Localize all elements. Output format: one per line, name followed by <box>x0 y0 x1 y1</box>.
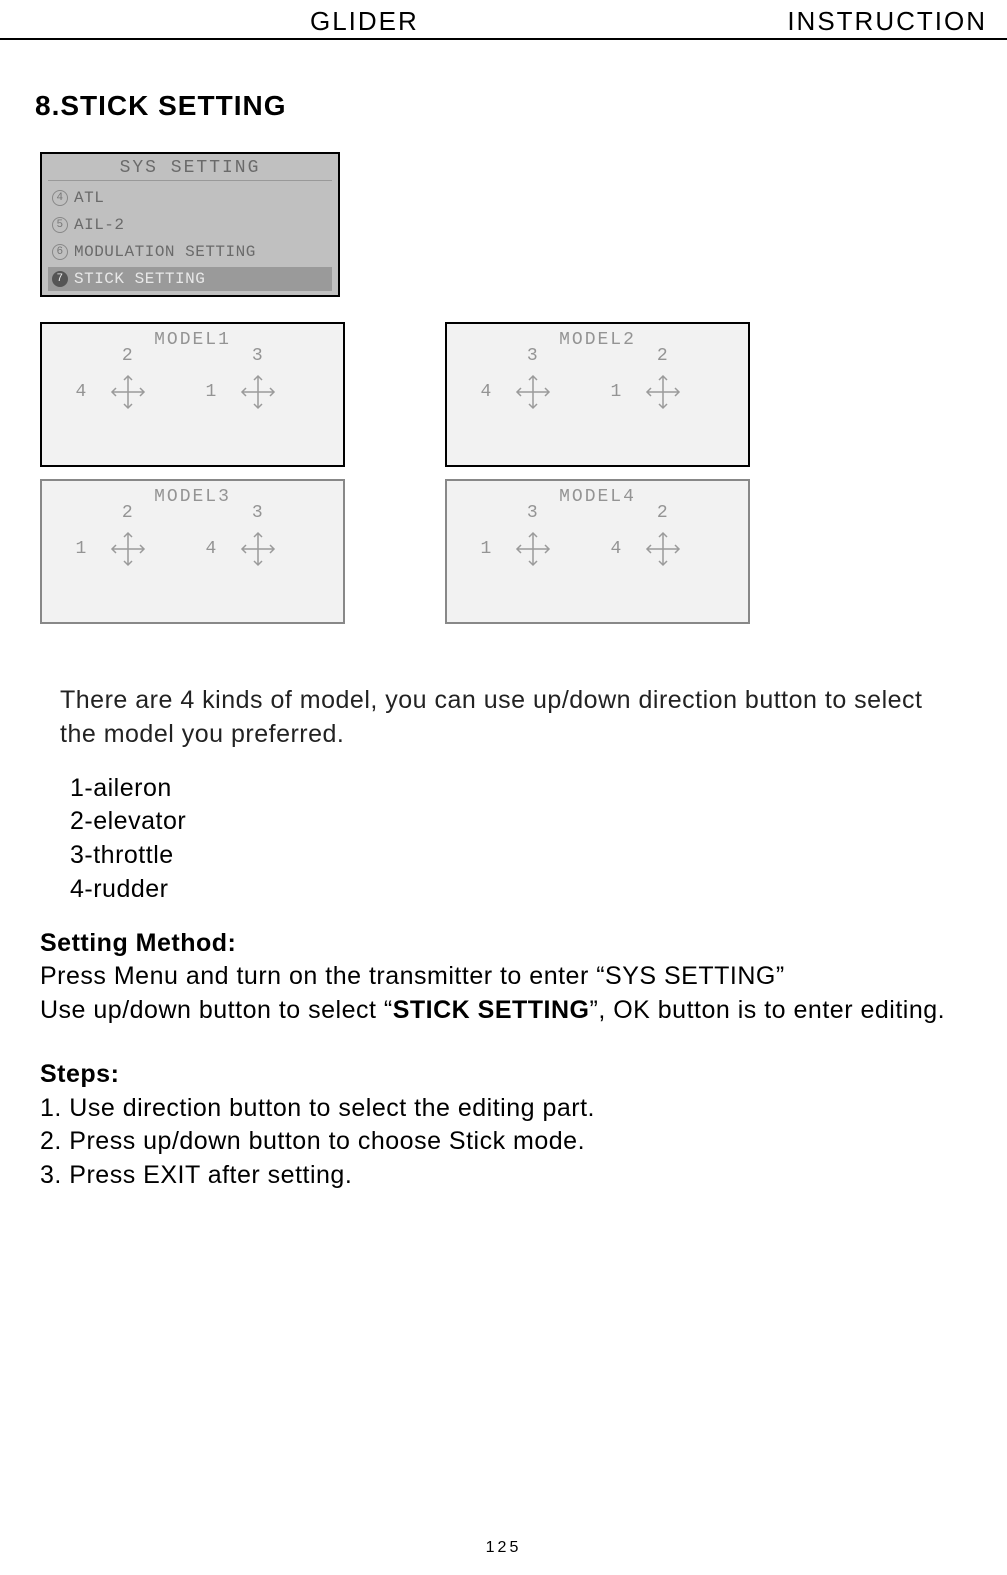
stick-side-number: 1 <box>206 382 217 402</box>
model-panel-4: MODEL4 3 1 2 4 <box>445 479 750 624</box>
right-stick: 2 4 <box>633 531 693 567</box>
cross-arrows-icon <box>110 374 146 410</box>
channel-legend: 1-aileron 2-elevator 3-throttle 4-rudder <box>70 772 1007 907</box>
bold-stick-setting: STICK SETTING <box>393 996 590 1024</box>
legend-item: 3-throttle <box>70 839 1007 873</box>
stick-top-number: 2 <box>122 346 133 366</box>
models-grid: MODEL1 2 4 3 1 MODEL2 3 4 <box>40 322 1007 624</box>
stick-top-number: 2 <box>122 503 133 523</box>
cross-arrows-icon <box>515 374 551 410</box>
section-title: 8.STICK SETTING <box>35 90 1007 122</box>
menu-item-number: 4 <box>52 190 68 206</box>
stick-side-number: 4 <box>76 382 87 402</box>
legend-item: 2-elevator <box>70 805 1007 839</box>
menu-item-label: AIL-2 <box>74 216 125 234</box>
stick-side-number: 1 <box>76 539 87 559</box>
setting-method-label: Setting Method: <box>40 927 967 961</box>
stick-top-number: 2 <box>657 503 668 523</box>
menu-item-atl: 4 ATL <box>48 186 332 210</box>
model-title: MODEL3 <box>42 487 343 507</box>
page-number: 125 <box>0 1539 1007 1557</box>
steps-label: Steps: <box>40 1058 967 1092</box>
left-stick: 3 1 <box>503 531 563 567</box>
stick-side-number: 4 <box>206 539 217 559</box>
left-stick: 2 4 <box>98 374 158 410</box>
lcd-menu-title: SYS SETTING <box>48 158 332 181</box>
cross-arrows-icon <box>240 531 276 567</box>
right-stick: 2 1 <box>633 374 693 410</box>
page-header: GLIDER INSTRUCTION <box>0 0 1007 40</box>
menu-item-label: STICK SETTING <box>74 270 205 288</box>
menu-item-number: 7 <box>52 271 68 287</box>
header-left: GLIDER <box>310 6 419 37</box>
model-title: MODEL1 <box>42 330 343 350</box>
menu-item-modulation: 6 MODULATION SETTING <box>48 240 332 264</box>
cross-arrows-icon <box>515 531 551 567</box>
menu-item-number: 6 <box>52 244 68 260</box>
menu-item-number: 5 <box>52 217 68 233</box>
setting-method-line1: Press Menu and turn on the transmitter t… <box>40 960 967 994</box>
right-stick: 3 1 <box>228 374 288 410</box>
model-title: MODEL2 <box>447 330 748 350</box>
lcd-sys-setting-menu: SYS SETTING 4 ATL 5 AIL-2 6 MODULATION S… <box>40 152 340 297</box>
stick-side-number: 1 <box>611 382 622 402</box>
setting-method-line2: Use up/down button to select “STICK SETT… <box>40 994 967 1028</box>
menu-item-label: MODULATION SETTING <box>74 243 256 261</box>
steps-block: Steps: 1. Use direction button to select… <box>40 1058 967 1193</box>
model-panel-3: MODEL3 2 1 3 4 <box>40 479 345 624</box>
right-stick: 3 4 <box>228 531 288 567</box>
intro-paragraph: There are 4 kinds of model, you can use … <box>60 684 947 752</box>
step-item: 3. Press EXIT after setting. <box>40 1159 967 1193</box>
left-stick: 2 1 <box>98 531 158 567</box>
header-right: INSTRUCTION <box>787 6 987 37</box>
model-title: MODEL4 <box>447 487 748 507</box>
left-stick: 3 4 <box>503 374 563 410</box>
cross-arrows-icon <box>645 531 681 567</box>
stick-side-number: 4 <box>611 539 622 559</box>
stick-side-number: 1 <box>481 539 492 559</box>
cross-arrows-icon <box>240 374 276 410</box>
stick-top-number: 3 <box>527 503 538 523</box>
stick-top-number: 3 <box>527 346 538 366</box>
menu-item-ail2: 5 AIL-2 <box>48 213 332 237</box>
cross-arrows-icon <box>110 531 146 567</box>
menu-item-label: ATL <box>74 189 104 207</box>
step-item: 2. Press up/down button to choose Stick … <box>40 1125 967 1159</box>
stick-top-number: 3 <box>252 503 263 523</box>
menu-item-stick-setting: 7 STICK SETTING <box>48 267 332 291</box>
setting-method: Setting Method: Press Menu and turn on t… <box>40 927 967 1028</box>
model-panel-1: MODEL1 2 4 3 1 <box>40 322 345 467</box>
legend-item: 1-aileron <box>70 772 1007 806</box>
stick-top-number: 3 <box>252 346 263 366</box>
stick-top-number: 2 <box>657 346 668 366</box>
legend-item: 4-rudder <box>70 873 1007 907</box>
step-item: 1. Use direction button to select the ed… <box>40 1092 967 1126</box>
model-panel-2: MODEL2 3 4 2 1 <box>445 322 750 467</box>
cross-arrows-icon <box>645 374 681 410</box>
stick-side-number: 4 <box>481 382 492 402</box>
